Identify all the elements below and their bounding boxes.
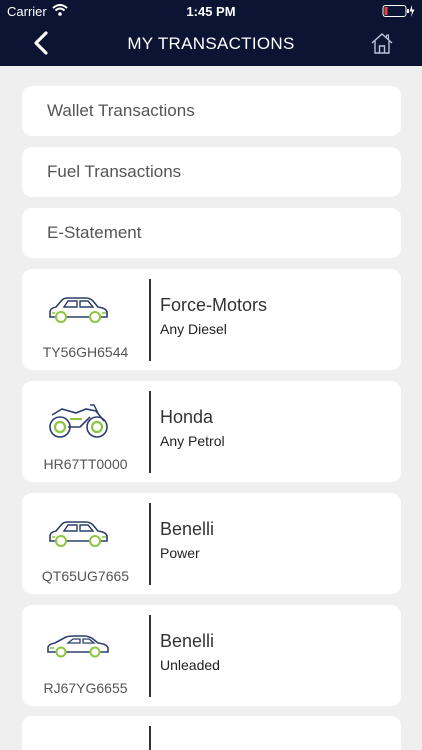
vehicle-card[interactable]: QT65UG7665 Benelli Power [22,493,401,594]
vehicle-name: Honda [160,407,214,427]
vehicle-plate: HR67TT0000 [43,456,128,472]
e-statement-button[interactable]: E-Statement [22,208,401,258]
vehicle-plate: RJ67YG6655 [43,680,128,696]
home-icon[interactable] [370,31,394,55]
vehicle-plate: QT65UG7665 [41,568,130,584]
status-time: 1:45 PM [186,4,236,19]
transaction-menu: Wallet Transactions Fuel Transactions E-… [22,86,401,717]
fuel-transactions-button[interactable]: Fuel Transactions [22,147,401,197]
card-divider [149,726,151,750]
vehicle-card[interactable]: RJ67YG6655 Benelli Unleaded [22,605,401,706]
vehicle-fuel: Any Petrol [160,433,225,449]
vehicle-fuel: Power [160,545,200,561]
sedan-icon [47,635,109,658]
wallet-transactions-button[interactable]: Wallet Transactions [22,86,401,136]
motorcycle-icon [49,404,108,438]
card-divider [149,503,151,585]
vehicle-card-partial[interactable] [22,716,401,750]
car-icon [49,297,108,323]
card-divider [149,615,151,697]
header: Carrier 1:45 PM MY TRANSACTIONS [0,0,422,66]
vehicle-plate: TY56GH6544 [42,344,129,360]
page-title: MY TRANSACTIONS [127,34,295,53]
vehicle-fuel: Any Diesel [160,321,227,337]
card-divider [149,279,151,361]
status-bar: Carrier 1:45 PM [0,0,422,22]
vehicle-name: Benelli [160,631,215,651]
car-icon [49,521,108,547]
battery-icon [382,5,415,17]
card-divider [149,391,151,473]
vehicle-card[interactable]: HR67TT0000 Honda Any Petrol [22,381,401,482]
vehicle-card[interactable]: TY56GH6544 Force-Motors Any Diesel [22,269,401,370]
vehicle-name: Force-Motors [160,295,268,315]
vehicle-name: Benelli [160,519,215,539]
vehicle-fuel: Unleaded [160,657,220,673]
